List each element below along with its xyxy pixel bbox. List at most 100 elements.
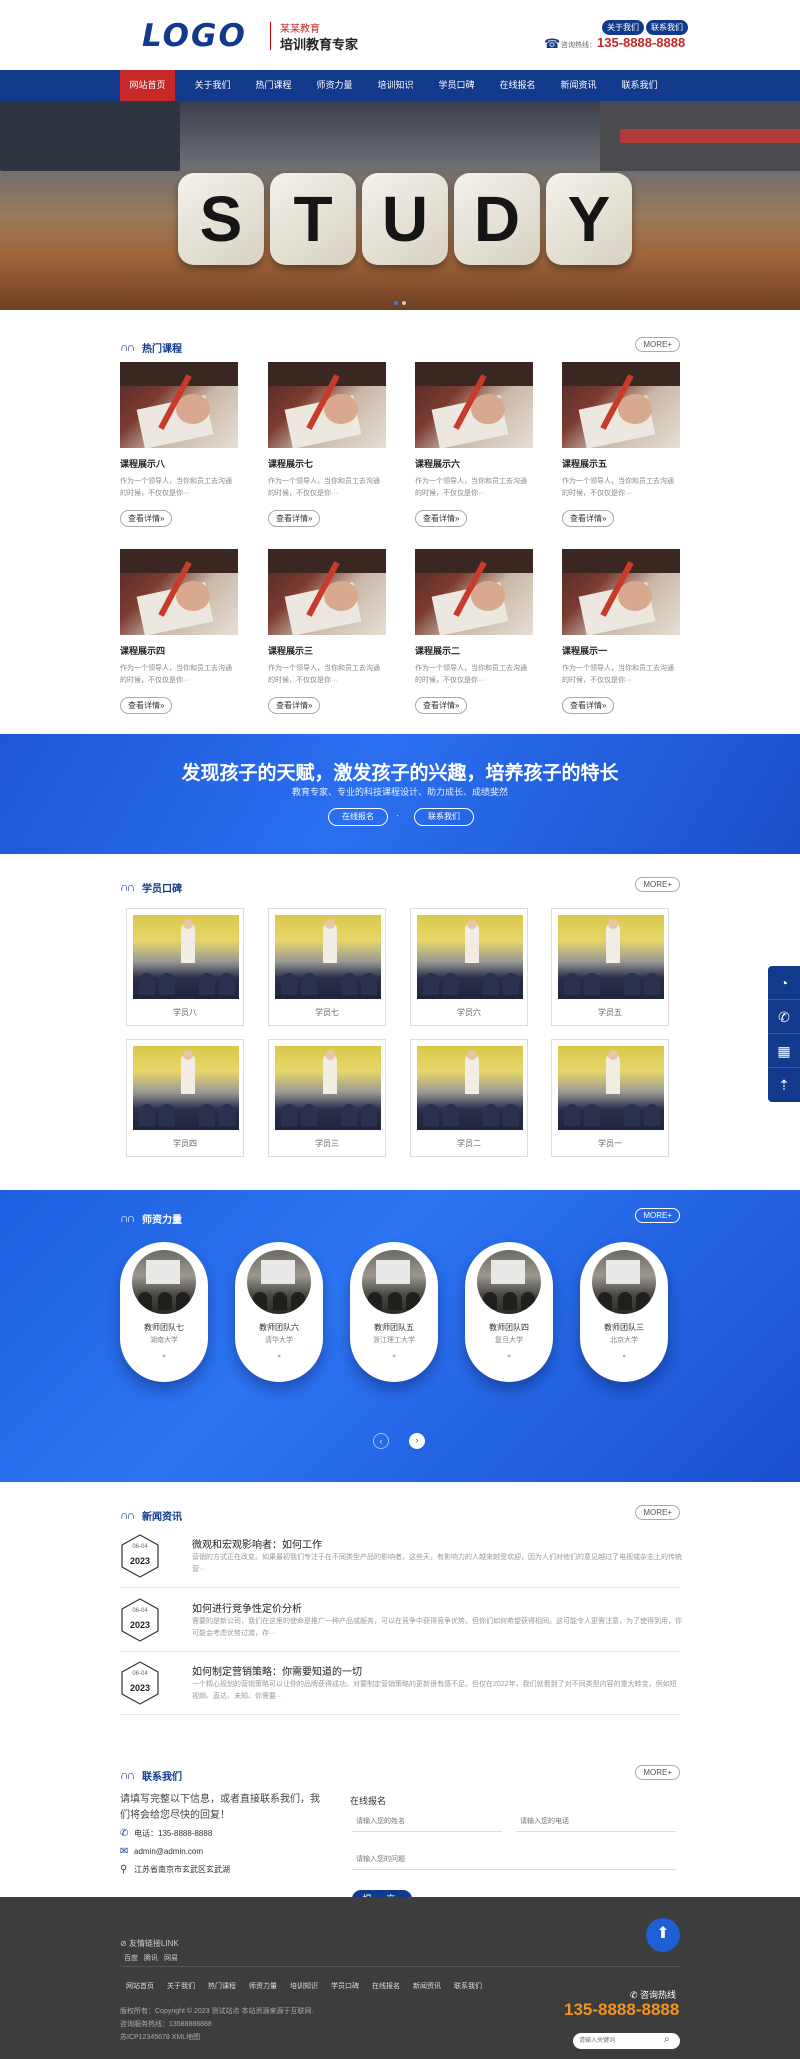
course-image[interactable] (268, 362, 386, 448)
friend-link[interactable]: 网易 (164, 1953, 178, 1963)
name-input[interactable] (352, 1812, 502, 1832)
footer-nav-signup[interactable]: 在线报名 (372, 1981, 400, 1991)
question-input[interactable] (352, 1850, 676, 1870)
course-title[interactable]: 课程展示一 (562, 644, 680, 657)
back-to-top-button[interactable]: ⬆ (646, 1918, 680, 1952)
student-photo[interactable] (558, 915, 664, 999)
course-detail-button[interactable]: 查看详情» (120, 697, 173, 714)
course-image[interactable] (415, 549, 533, 635)
logo[interactable]: LOGO (142, 18, 247, 54)
nav-about[interactable]: 关于我们 (185, 70, 240, 101)
footer-nav-about[interactable]: 关于我们 (167, 1981, 195, 1991)
qrcode-icon[interactable]: ▦ (768, 1034, 800, 1068)
course-card[interactable]: 课程展示二 作为一个领导人，当你和员工去沟通的时候，不仅仅是你··· 查看详情» (415, 549, 533, 729)
nav-news[interactable]: 新闻资讯 (551, 70, 606, 101)
course-image[interactable] (120, 362, 238, 448)
course-title[interactable]: 课程展示四 (120, 644, 238, 657)
nav-courses[interactable]: 热门课程 (246, 70, 301, 101)
student-photo[interactable] (558, 1046, 664, 1130)
promo-contact-button[interactable]: 联系我们 (414, 808, 474, 826)
footer-nav-news[interactable]: 新闻资讯 (413, 1981, 441, 1991)
student-card[interactable]: 学员二 (410, 1039, 528, 1157)
teacher-card[interactable]: 教师团队四 复旦大学 ♥ (465, 1242, 553, 1382)
course-image[interactable] (268, 549, 386, 635)
news-item[interactable]: 06-04 2023 微观和宏观影响者：如何工作 营销的方式正在改变。如果最初我… (120, 1530, 682, 1588)
news-item[interactable]: 06-04 2023 如何进行竞争性定价分析 需要的是新公司，我们在这里的使命是… (120, 1594, 682, 1652)
course-detail-button[interactable]: 查看详情» (415, 510, 468, 527)
hero-banner[interactable]: S T U D Y (0, 101, 800, 310)
carousel-prev-button[interactable]: ‹ (373, 1433, 389, 1449)
student-card[interactable]: 学员八 (126, 908, 244, 1026)
icp-record[interactable]: 苏ICP12345678 XML地图 (120, 2032, 200, 2042)
news-title-link[interactable]: 微观和宏观影响者：如何工作 (192, 1536, 322, 1551)
slide-dot[interactable] (402, 301, 406, 305)
courses-more-button[interactable]: MORE+ (635, 337, 680, 352)
footer-nav-teachers[interactable]: 师资力量 (249, 1981, 277, 1991)
friend-link[interactable]: 腾讯 (144, 1953, 158, 1963)
qq-icon[interactable]: ◔ (768, 966, 800, 1000)
footer-nav-home[interactable]: 网站首页 (126, 1981, 154, 1991)
footer-nav-courses[interactable]: 热门课程 (208, 1981, 236, 1991)
news-item[interactable]: 06-04 2023 如何制定营销策略：你需要知道的一切 一个精心规划的营销策略… (120, 1657, 680, 1715)
course-card[interactable]: 课程展示五 作为一个领导人，当你和员工去沟通的时候，不仅仅是你··· 查看详情» (562, 362, 680, 542)
student-card[interactable]: 学员五 (551, 908, 669, 1026)
course-title[interactable]: 课程展示六 (415, 457, 533, 470)
footer-nav-reviews[interactable]: 学员口碑 (331, 1981, 359, 1991)
teacher-card[interactable]: 教师团队六 清华大学 ♥ (235, 1242, 323, 1382)
news-more-button[interactable]: MORE+ (635, 1505, 680, 1520)
course-title[interactable]: 课程展示八 (120, 457, 238, 470)
course-title[interactable]: 课程展示七 (268, 457, 386, 470)
course-image[interactable] (415, 362, 533, 448)
rocket-icon[interactable]: ⇡ (768, 1068, 800, 1102)
course-image[interactable] (562, 362, 680, 448)
student-card[interactable]: 学员一 (551, 1039, 669, 1157)
course-title[interactable]: 课程展示五 (562, 457, 680, 470)
teachers-more-button[interactable]: MORE+ (635, 1208, 680, 1223)
course-card[interactable]: 课程展示四 作为一个领导人，当你和员工去沟通的时候，不仅仅是你··· 查看详情» (120, 549, 238, 729)
phone-icon[interactable]: ✆ (768, 1000, 800, 1034)
course-image[interactable] (562, 549, 680, 635)
course-title[interactable]: 课程展示三 (268, 644, 386, 657)
nav-home[interactable]: 网站首页 (120, 70, 175, 101)
student-photo[interactable] (417, 915, 523, 999)
student-photo[interactable] (133, 1046, 239, 1130)
students-more-button[interactable]: MORE+ (635, 877, 680, 892)
course-detail-button[interactable]: 查看详情» (268, 510, 321, 527)
top-link-contact[interactable]: 联系我们 (646, 20, 688, 35)
course-detail-button[interactable]: 查看详情» (562, 510, 615, 527)
news-title-link[interactable]: 如何制定营销策略：你需要知道的一切 (192, 1663, 362, 1678)
course-title[interactable]: 课程展示二 (415, 644, 533, 657)
nav-contact[interactable]: 联系我们 (612, 70, 667, 101)
footer-nav-contact[interactable]: 联系我们 (454, 1981, 482, 1991)
course-card[interactable]: 课程展示三 作为一个领导人，当你和员工去沟通的时候，不仅仅是你··· 查看详情» (268, 549, 386, 729)
student-card[interactable]: 学员六 (410, 908, 528, 1026)
course-detail-button[interactable]: 查看详情» (562, 697, 615, 714)
friend-link[interactable]: 百度 (124, 1953, 138, 1963)
course-card[interactable]: 课程展示六 作为一个领导人，当你和员工去沟通的时候，不仅仅是你··· 查看详情» (415, 362, 533, 542)
course-detail-button[interactable]: 查看详情» (268, 697, 321, 714)
course-detail-button[interactable]: 查看详情» (120, 510, 173, 527)
course-card[interactable]: 课程展示八 作为一个领导人，当你和员工去沟通的时候，不仅仅是你··· 查看详情» (120, 362, 238, 542)
student-photo[interactable] (133, 915, 239, 999)
promo-signup-button[interactable]: 在线报名 (328, 808, 388, 826)
course-card[interactable]: 课程展示一 作为一个领导人，当你和员工去沟通的时候，不仅仅是你··· 查看详情» (562, 549, 680, 729)
nav-reviews[interactable]: 学员口碑 (429, 70, 484, 101)
search-icon[interactable]: ⌕ (664, 2034, 670, 2045)
carousel-next-button[interactable]: › (409, 1433, 425, 1449)
news-title-link[interactable]: 如何进行竞争性定价分析 (192, 1600, 302, 1615)
nav-teachers[interactable]: 师资力量 (307, 70, 362, 101)
course-detail-button[interactable]: 查看详情» (415, 697, 468, 714)
contact-email[interactable]: admin@admin.com (134, 1847, 203, 1856)
footer-nav-knowledge[interactable]: 培训知识 (290, 1981, 318, 1991)
student-photo[interactable] (275, 915, 381, 999)
student-photo[interactable] (417, 1046, 523, 1130)
tel-input[interactable] (516, 1812, 676, 1832)
slide-dot-active[interactable] (394, 301, 398, 305)
student-card[interactable]: 学员七 (268, 908, 386, 1026)
teacher-card[interactable]: 教师团队七 湖南大学 ♥ (120, 1242, 208, 1382)
student-photo[interactable] (275, 1046, 381, 1130)
student-card[interactable]: 学员四 (126, 1039, 244, 1157)
teacher-card[interactable]: 教师团队五 浙江理工大学 ♥ (350, 1242, 438, 1382)
student-card[interactable]: 学员三 (268, 1039, 386, 1157)
nav-knowledge[interactable]: 培训知识 (368, 70, 423, 101)
